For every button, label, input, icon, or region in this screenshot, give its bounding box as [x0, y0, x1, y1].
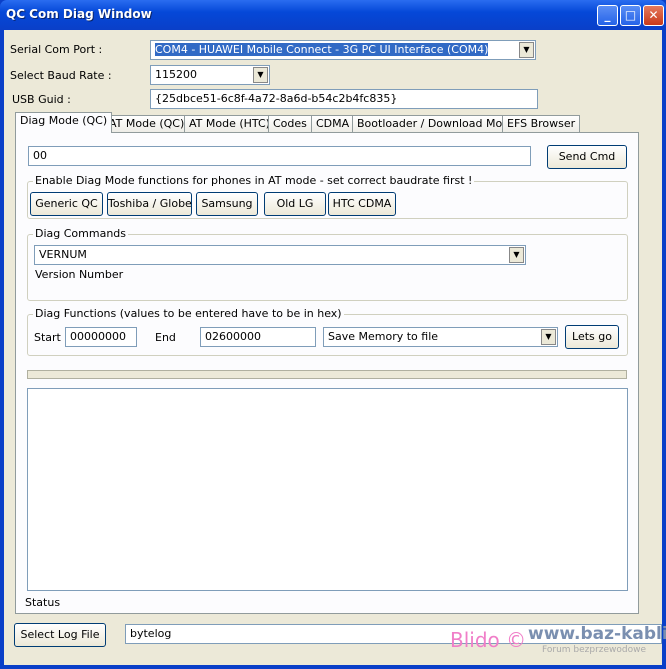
usb-guid-label: USB Guid :	[12, 93, 71, 106]
enable-diag-group: Enable Diag Mode functions for phones in…	[27, 174, 628, 219]
diag-command-value: VERNUM	[39, 248, 87, 261]
diag-commands-group: Diag Commands VERNUM ▼ Version Number	[27, 227, 628, 301]
tab-efs-browser[interactable]: EFS Browser	[502, 115, 581, 133]
window: QC Com Diag Window _ □ ✕ Serial Com Port…	[0, 0, 666, 669]
progress-bar	[27, 370, 627, 379]
minimize-button[interactable]: _	[597, 5, 618, 26]
client-area: Serial Com Port : COM4 - HUAWEI Mobile C…	[4, 30, 666, 665]
tab-codes[interactable]: Codes	[268, 115, 312, 133]
tab-diag-mode-qc[interactable]: Diag Mode (QC)	[15, 112, 113, 133]
window-title: QC Com Diag Window	[6, 7, 152, 21]
tab-cdma[interactable]: CDMA	[311, 115, 355, 133]
tab-bootloader[interactable]: Bootloader / Download Mode	[352, 115, 521, 133]
watermark-site: www.baz-kabli.pl	[528, 624, 666, 644]
function-select[interactable]: Save Memory to file ▼	[323, 327, 558, 347]
baud-rate-label: Select Baud Rate :	[10, 69, 112, 82]
serial-port-value: COM4 - HUAWEI Mobile Connect - 3G PC UI …	[155, 43, 489, 56]
close-button[interactable]: ✕	[643, 5, 664, 26]
diag-commands-title: Diag Commands	[33, 227, 129, 240]
lets-go-button[interactable]: Lets go	[565, 325, 619, 349]
maximize-button[interactable]: □	[620, 5, 641, 26]
send-cmd-button[interactable]: Send Cmd	[547, 145, 627, 169]
watermark-text: Blido ©	[450, 628, 527, 652]
select-log-file-button[interactable]: Select Log File	[14, 623, 106, 647]
htc-cdma-button[interactable]: HTC CDMA	[328, 192, 396, 216]
chevron-down-icon[interactable]: ▼	[541, 329, 556, 345]
diag-functions-title: Diag Functions (values to be entered hav…	[33, 307, 344, 320]
end-address-field[interactable]: 02600000	[200, 327, 316, 347]
tab-at-mode-qc[interactable]: AT Mode (QC)	[104, 115, 190, 133]
serial-port-label: Serial Com Port :	[10, 43, 103, 56]
status-label: Status	[25, 596, 61, 609]
start-address-field[interactable]: 00000000	[65, 327, 137, 347]
enable-diag-title: Enable Diag Mode functions for phones in…	[33, 174, 475, 187]
watermark-sub: Forum bezprzewodowe	[542, 645, 647, 655]
diag-command-description: Version Number	[35, 268, 124, 281]
diag-functions-group: Diag Functions (values to be entered hav…	[27, 307, 628, 356]
chevron-down-icon[interactable]: ▼	[509, 247, 524, 263]
diag-command-select[interactable]: VERNUM ▼	[34, 245, 526, 265]
serial-port-select[interactable]: COM4 - HUAWEI Mobile Connect - 3G PC UI …	[150, 40, 536, 60]
output-textarea[interactable]	[27, 388, 628, 591]
diag-mode-panel: 00 Send Cmd Enable Diag Mode functions f…	[15, 132, 639, 614]
toshiba-globe-button[interactable]: Toshiba / Globe	[107, 192, 192, 216]
generic-qc-button[interactable]: Generic QC	[30, 192, 103, 216]
chevron-down-icon[interactable]: ▼	[519, 42, 534, 58]
tab-at-mode-htc[interactable]: AT Mode (HTC)	[184, 115, 275, 133]
title-bar[interactable]: QC Com Diag Window _ □ ✕	[0, 0, 666, 30]
baud-rate-select[interactable]: 115200 ▼	[150, 65, 270, 85]
end-label: End	[155, 331, 176, 344]
old-lg-button[interactable]: Old LG	[264, 192, 326, 216]
samsung-button[interactable]: Samsung	[196, 192, 258, 216]
command-input[interactable]: 00	[28, 146, 531, 166]
start-label: Start	[34, 331, 61, 344]
baud-rate-value: 115200	[155, 68, 197, 81]
function-value: Save Memory to file	[328, 330, 439, 343]
chevron-down-icon[interactable]: ▼	[253, 67, 268, 83]
usb-guid-field[interactable]: {25dbce51-6c8f-4a72-8a6d-b54c2b4fc835}	[150, 89, 538, 109]
